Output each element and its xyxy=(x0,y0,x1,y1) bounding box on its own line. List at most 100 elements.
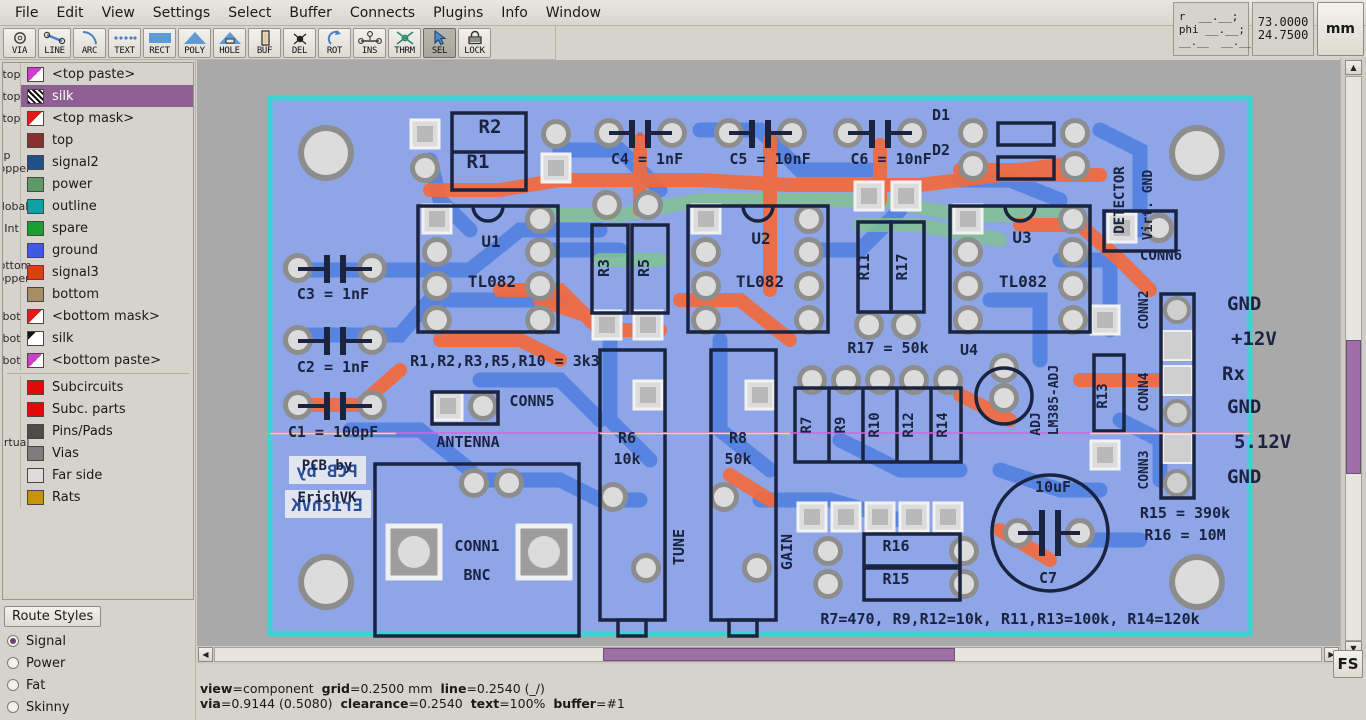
silk-label: R15 xyxy=(882,570,909,588)
route-styles-button[interactable]: Route Styles xyxy=(4,606,102,627)
tool-arc-label: ARC xyxy=(81,45,98,56)
menu-connects[interactable]: Connects xyxy=(341,2,424,24)
radio-fat[interactable] xyxy=(7,679,19,691)
route-style-power[interactable]: Power xyxy=(2,652,194,674)
layer-label: Pins/Pads xyxy=(52,423,113,439)
tool-insert-point-button[interactable]: INS xyxy=(353,27,386,58)
layer-swatch[interactable] xyxy=(27,66,44,82)
layer-swatch[interactable] xyxy=(27,176,44,192)
layer-row-spare[interactable]: spare xyxy=(21,217,193,239)
tool-rect-button[interactable]: RECT xyxy=(143,27,176,58)
vscroll-thumb[interactable] xyxy=(1346,340,1361,474)
pcb-canvas[interactable]: PCB by ErichVK R2 R1 C4 = 1nF C5 = 10nF C6 =… xyxy=(197,60,1340,660)
route-style-skinny[interactable]: Skinny xyxy=(2,696,194,718)
menu-window[interactable]: Window xyxy=(537,2,610,24)
tool-delete-button[interactable]: DEL xyxy=(283,27,316,58)
layer-swatch[interactable] xyxy=(27,88,44,104)
left-panel: top <top paste> top silk top <top mask> … xyxy=(0,60,196,720)
layer-swatch[interactable] xyxy=(27,445,44,461)
silk-label: PCB by xyxy=(302,458,353,474)
layer-row-bottom[interactable]: bottom xyxy=(21,283,193,305)
layer-swatch[interactable] xyxy=(27,423,44,439)
tool-thermal-button[interactable]: THRM xyxy=(388,27,421,58)
radio-power[interactable] xyxy=(7,657,19,669)
menu-info[interactable]: Info xyxy=(492,2,537,24)
layer-swatch[interactable] xyxy=(27,401,44,417)
scroll-left-arrow[interactable]: ◀ xyxy=(198,647,213,662)
layer-row-bottom-paste[interactable]: <bottom paste> xyxy=(21,349,193,371)
layer-swatch[interactable] xyxy=(27,242,44,258)
tool-arc-button[interactable]: ARC xyxy=(73,27,106,58)
tool-select-button[interactable]: SEL xyxy=(423,27,456,58)
menu-plugins[interactable]: Plugins xyxy=(424,2,492,24)
route-style-signal[interactable]: Signal xyxy=(2,630,194,652)
layer-row-silk-bottom[interactable]: silk xyxy=(21,327,193,349)
tool-rotate-button[interactable]: ROT xyxy=(318,27,351,58)
vertical-scrollbar[interactable]: ▲ ▼ xyxy=(1340,58,1366,658)
silk-label: R8 xyxy=(729,429,747,447)
tool-hole-button[interactable]: HOLE xyxy=(213,27,246,58)
layer-swatch[interactable] xyxy=(27,286,44,302)
layer-swatch[interactable] xyxy=(27,352,44,368)
layer-group-label: Int xyxy=(3,217,21,239)
fullscreen-button[interactable]: FS xyxy=(1333,650,1363,678)
layer-row-bottom-mask[interactable]: <bottom mask> xyxy=(21,305,193,327)
layer-swatch[interactable] xyxy=(27,330,44,346)
route-style-fat[interactable]: Fat xyxy=(2,674,194,696)
tool-via-button[interactable]: VIA xyxy=(3,27,36,58)
radio-skinny[interactable] xyxy=(7,701,19,713)
hscroll-thumb[interactable] xyxy=(603,648,955,661)
layer-row-ground[interactable]: ground xyxy=(21,239,193,261)
layer-row-top-paste[interactable]: <top paste> xyxy=(21,63,193,85)
menu-file[interactable]: File xyxy=(6,2,47,24)
layer-swatch[interactable] xyxy=(27,132,44,148)
pcb-layout-drawing[interactable]: PCB by ErichVK R2 R1 C4 = 1nF C5 = 10nF C6 =… xyxy=(197,60,1340,660)
menu-settings[interactable]: Settings xyxy=(144,2,219,24)
menu-select[interactable]: Select xyxy=(219,2,280,24)
tool-lock-button[interactable]: LOCK xyxy=(458,27,491,58)
layer-swatch[interactable] xyxy=(27,467,44,483)
layer-row-pins-pads[interactable]: Pins/Pads xyxy=(21,420,193,442)
silk-label: C1 = 100pF xyxy=(288,423,378,441)
unit-toggle-button[interactable]: mm xyxy=(1316,2,1364,56)
layer-group-label: bot xyxy=(3,349,21,371)
silk-label: R14 xyxy=(935,412,951,437)
layer-row-signal3[interactable]: signal3 xyxy=(21,261,193,283)
menu-edit[interactable]: Edit xyxy=(47,2,92,24)
layer-row-vias[interactable]: Vias xyxy=(21,442,193,464)
layer-swatch[interactable] xyxy=(27,154,44,170)
horizontal-scrollbar[interactable]: ◀ ▶ xyxy=(197,646,1340,664)
layer-swatch[interactable] xyxy=(27,308,44,324)
menu-view[interactable]: View xyxy=(93,2,144,24)
tool-buffer-button[interactable]: BUF xyxy=(248,27,281,58)
layer-row-top[interactable]: top xyxy=(21,129,193,151)
layer-row-power[interactable]: power xyxy=(21,173,193,195)
thermal-icon xyxy=(394,30,416,46)
layer-row-signal2[interactable]: signal2 xyxy=(21,151,193,173)
layer-swatch[interactable] xyxy=(27,110,44,126)
layer-group-label: global xyxy=(3,195,28,217)
menu-buffer[interactable]: Buffer xyxy=(280,2,341,24)
tool-lock-label: LOCK xyxy=(464,45,485,56)
tool-line-button[interactable]: LINE xyxy=(38,27,71,58)
layer-swatch[interactable] xyxy=(27,220,44,236)
layer-swatch[interactable] xyxy=(27,489,44,505)
layer-row-rats[interactable]: Rats xyxy=(21,486,193,508)
layer-row-silk-top[interactable]: silk xyxy=(21,85,193,107)
layer-row-outline[interactable]: outline xyxy=(21,195,193,217)
layer-swatch[interactable] xyxy=(27,198,44,214)
layer-row-top-mask[interactable]: <top mask> xyxy=(21,107,193,129)
silk-label: 10k xyxy=(613,450,640,468)
layer-row-far-side[interactable]: Far side xyxy=(21,464,193,486)
layer-label: spare xyxy=(52,220,89,236)
layer-swatch[interactable] xyxy=(27,264,44,280)
radio-signal[interactable] xyxy=(7,635,19,647)
layer-swatch[interactable] xyxy=(27,379,44,395)
route-styles-panel: Route Styles Signal Power Fat Skinny xyxy=(2,604,194,718)
scroll-up-arrow[interactable]: ▲ xyxy=(1345,60,1362,75)
tool-text-button[interactable]: TEXT xyxy=(108,27,141,58)
layer-row-subcircuits[interactable]: Subcircuits xyxy=(21,376,193,398)
tool-poly-button[interactable]: POLY xyxy=(178,27,211,58)
silk-label: CONN4 xyxy=(1137,372,1152,411)
layer-row-subc-parts[interactable]: Subc. parts xyxy=(21,398,193,420)
